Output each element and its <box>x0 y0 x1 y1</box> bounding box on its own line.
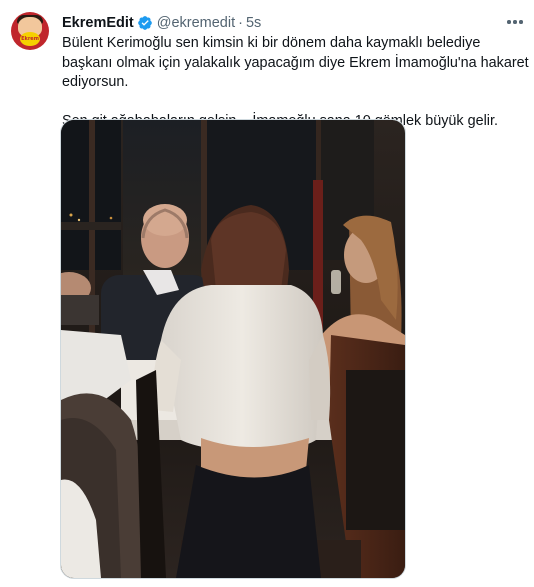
more-dot <box>507 20 511 24</box>
tweet-card: Ekrem Edit EkremEdit @ekremedit · 5s Bül… <box>0 0 534 587</box>
tweet-text: Bülent Kerimoğlu sen kimsin ki bir dönem… <box>62 34 530 131</box>
tweet-photo[interactable] <box>60 119 406 579</box>
tweet-timestamp[interactable]: 5s <box>246 15 261 31</box>
separator-dot: · <box>238 15 243 31</box>
more-dot <box>519 20 523 24</box>
user-handle[interactable]: @ekremedit <box>157 15 235 31</box>
display-name[interactable]: EkremEdit <box>62 15 134 31</box>
verified-badge-icon <box>137 15 153 31</box>
avatar-logo: Ekrem Edit <box>20 32 40 46</box>
restaurant-photo <box>61 120 405 578</box>
more-dot <box>513 20 517 24</box>
avatar[interactable]: Ekrem Edit <box>11 12 49 50</box>
tweet-text-paragraph-1: Bülent Kerimoğlu sen kimsin ki bir dönem… <box>62 35 529 90</box>
tweet-header: EkremEdit @ekremedit · 5s <box>62 13 261 33</box>
more-options-icon[interactable] <box>504 12 526 32</box>
